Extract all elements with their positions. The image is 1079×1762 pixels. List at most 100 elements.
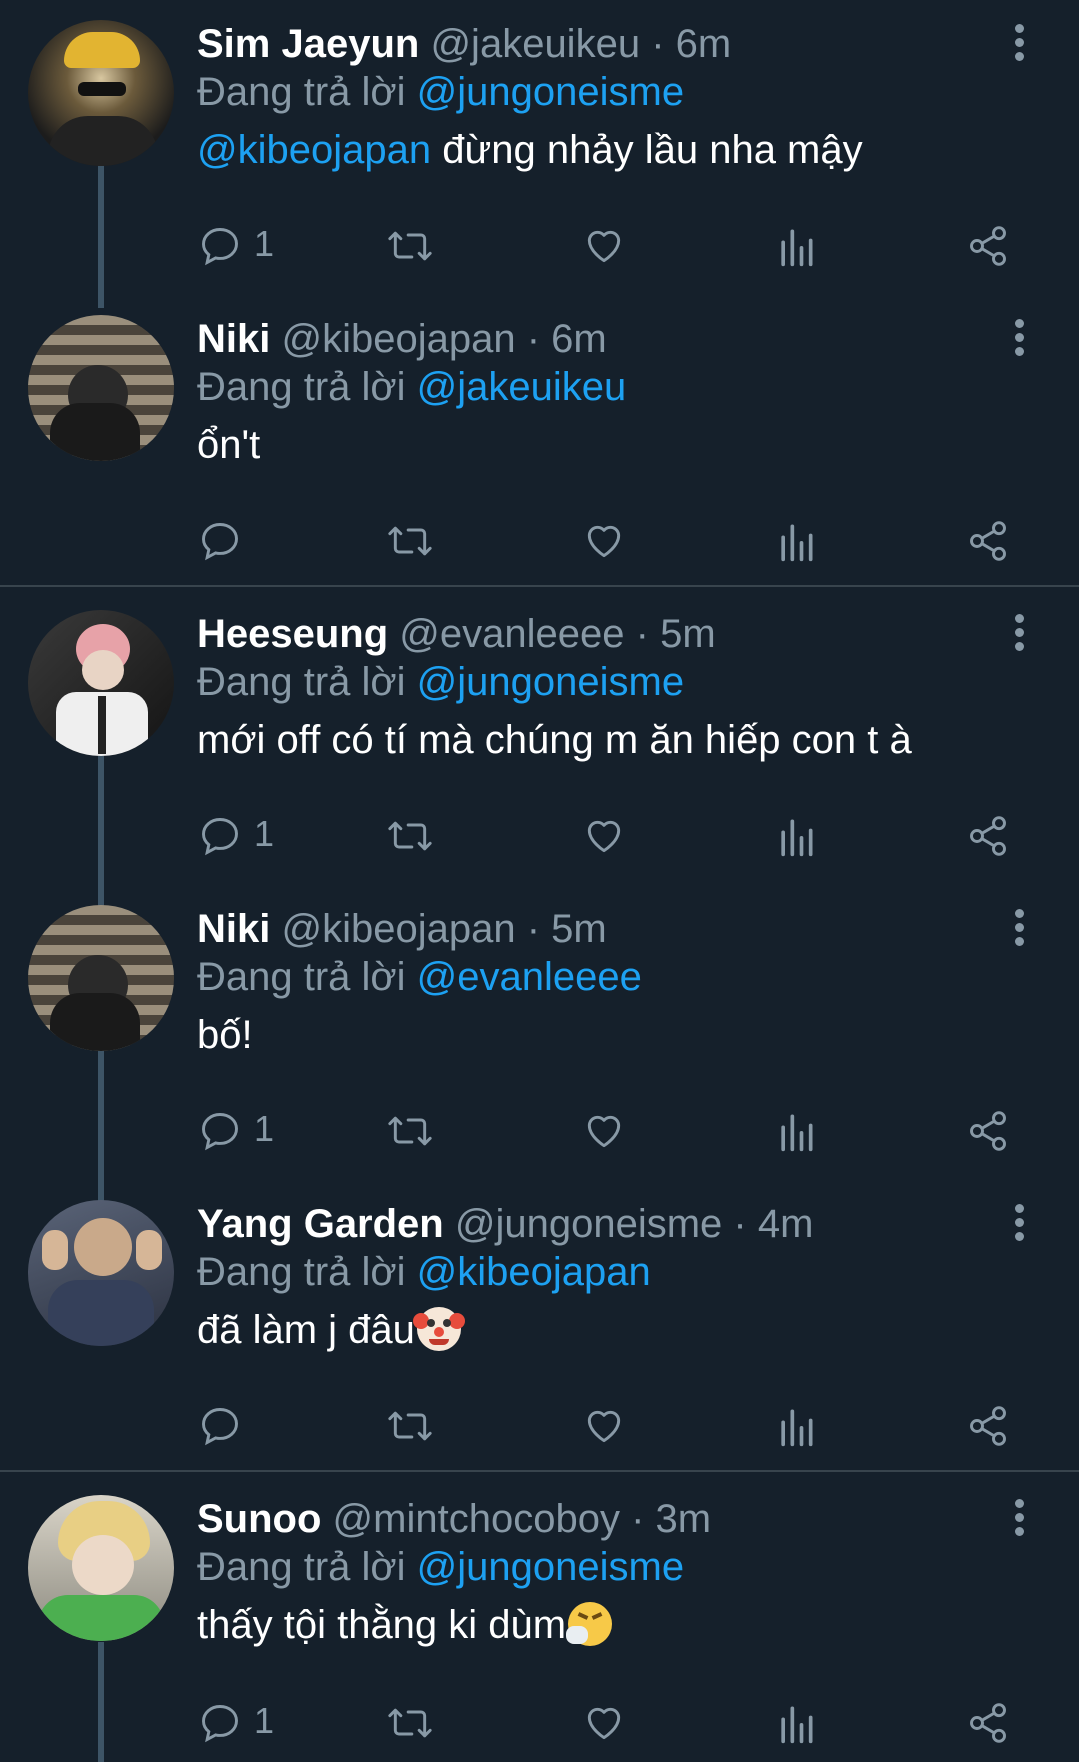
timestamp[interactable]: 6m bbox=[676, 22, 732, 66]
replying-to-mention[interactable]: @jungoneisme bbox=[417, 70, 684, 114]
user-handle[interactable]: @kibeojapan bbox=[281, 317, 515, 361]
reply-button[interactable]: 1 bbox=[198, 1105, 278, 1155]
tweet-text: ổn't bbox=[197, 423, 261, 467]
share-button[interactable] bbox=[966, 515, 1012, 565]
more-icon[interactable] bbox=[1010, 319, 1030, 359]
avatar[interactable] bbox=[28, 20, 174, 166]
reply-button[interactable]: 1 bbox=[198, 810, 278, 860]
more-icon[interactable] bbox=[1010, 1499, 1030, 1539]
like-icon bbox=[587, 1115, 621, 1148]
share-button[interactable] bbox=[966, 1400, 1012, 1450]
reply-count: 1 bbox=[254, 1108, 275, 1149]
display-name[interactable]: Niki bbox=[197, 907, 270, 951]
user-handle[interactable]: @jakeuikeu bbox=[430, 22, 640, 66]
share-button[interactable] bbox=[966, 220, 1012, 270]
analytics-button[interactable] bbox=[776, 220, 816, 270]
avatar[interactable] bbox=[28, 1200, 174, 1346]
display-name[interactable]: Sunoo bbox=[197, 1497, 321, 1541]
mention-link[interactable]: @kibeojapan bbox=[197, 128, 431, 172]
separator-dot: · bbox=[526, 317, 541, 361]
tweet[interactable]: Niki @kibeojapan · 5m Đang trả lời @evan… bbox=[0, 885, 1079, 1180]
like-icon bbox=[587, 525, 621, 558]
reply-button[interactable] bbox=[198, 515, 278, 565]
share-icon bbox=[970, 816, 1006, 856]
share-button[interactable] bbox=[966, 1105, 1012, 1155]
avatar[interactable] bbox=[28, 315, 174, 461]
timestamp[interactable]: 5m bbox=[660, 612, 716, 656]
share-button[interactable] bbox=[966, 1697, 1012, 1747]
separator-dot: · bbox=[631, 1497, 645, 1541]
user-handle[interactable]: @mintchocoboy bbox=[333, 1497, 620, 1541]
analytics-button[interactable] bbox=[776, 1400, 816, 1450]
analytics-button[interactable] bbox=[776, 1697, 816, 1747]
avatar[interactable] bbox=[28, 1495, 174, 1641]
user-handle[interactable]: @jungoneisme bbox=[455, 1202, 722, 1246]
avatar[interactable] bbox=[28, 610, 174, 756]
retweet-button[interactable] bbox=[386, 1400, 436, 1450]
timestamp[interactable]: 4m bbox=[758, 1202, 814, 1246]
more-icon[interactable] bbox=[1010, 614, 1030, 654]
retweet-button[interactable] bbox=[386, 220, 436, 270]
analytics-icon bbox=[781, 1706, 813, 1744]
display-name[interactable]: Yang Garden bbox=[197, 1202, 444, 1246]
replying-to: Đang trả lời @jungoneisme bbox=[197, 68, 684, 116]
like-button[interactable] bbox=[582, 1105, 632, 1155]
tweet-text: mới off có tí mà chúng m ăn hiếp con t à bbox=[197, 718, 912, 762]
share-button[interactable] bbox=[966, 810, 1012, 860]
like-button[interactable] bbox=[582, 1400, 632, 1450]
thread-divider bbox=[0, 585, 1079, 587]
reply-thread-feed: Sim Jaeyun @jakeuikeu · 6m Đang trả lời … bbox=[0, 0, 1079, 1762]
timestamp[interactable]: 6m bbox=[551, 317, 607, 361]
tweet[interactable]: Sunoo @mintchocoboy · 3m Đang trả lời @j… bbox=[0, 1475, 1079, 1762]
clown-face-emoji bbox=[412, 1307, 465, 1351]
tweet[interactable]: Sim Jaeyun @jakeuikeu · 6m Đang trả lời … bbox=[0, 0, 1079, 295]
timestamp[interactable]: 5m bbox=[551, 907, 607, 951]
reply-button[interactable]: 1 bbox=[198, 1697, 278, 1747]
retweet-button[interactable] bbox=[386, 1105, 436, 1155]
like-button[interactable] bbox=[582, 515, 632, 565]
retweet-button[interactable] bbox=[386, 810, 436, 860]
tweet-actions: 1 bbox=[0, 1105, 1079, 1155]
more-icon[interactable] bbox=[1010, 909, 1030, 949]
tweet[interactable]: Niki @kibeojapan · 6m Đang trả lời @jake… bbox=[0, 295, 1079, 585]
like-button[interactable] bbox=[582, 1697, 632, 1747]
tweet-actions bbox=[0, 1400, 1079, 1450]
replying-to-mention[interactable]: @jakeuikeu bbox=[417, 365, 627, 409]
reply-button[interactable] bbox=[198, 1400, 278, 1450]
display-name[interactable]: Sim Jaeyun bbox=[197, 22, 419, 66]
retweet-icon bbox=[388, 1411, 432, 1441]
replying-to-mention[interactable]: @jungoneisme bbox=[417, 1545, 684, 1589]
replying-to-mention[interactable]: @evanleeee bbox=[417, 955, 642, 999]
more-icon[interactable] bbox=[1010, 24, 1030, 64]
reply-button[interactable]: 1 bbox=[198, 220, 278, 270]
tweet-actions: 1 bbox=[0, 810, 1079, 860]
tweet-header: Heeseung @evanleeee · 5m bbox=[197, 610, 716, 658]
replying-to-mention[interactable]: @kibeojapan bbox=[417, 1250, 651, 1294]
analytics-button[interactable] bbox=[776, 515, 816, 565]
tweet-text: thấy tội thằng ki dùm bbox=[197, 1601, 613, 1649]
tweet-actions bbox=[0, 515, 1079, 565]
analytics-icon bbox=[781, 1114, 813, 1152]
thread-divider bbox=[0, 1470, 1079, 1472]
display-name[interactable]: Niki bbox=[197, 317, 270, 361]
like-button[interactable] bbox=[582, 220, 632, 270]
retweet-button[interactable] bbox=[386, 515, 436, 565]
analytics-button[interactable] bbox=[776, 810, 816, 860]
user-handle[interactable]: @evanleeee bbox=[399, 612, 624, 656]
user-handle[interactable]: @kibeojapan bbox=[281, 907, 515, 951]
display-name[interactable]: Heeseung bbox=[197, 612, 388, 656]
tweet[interactable]: Yang Garden @jungoneisme · 4m Đang trả l… bbox=[0, 1180, 1079, 1470]
analytics-button[interactable] bbox=[776, 1105, 816, 1155]
replying-to: Đang trả lời @evanleeee bbox=[197, 953, 642, 1001]
replying-to-mention[interactable]: @jungoneisme bbox=[417, 660, 684, 704]
more-icon[interactable] bbox=[1010, 1204, 1030, 1244]
retweet-button[interactable] bbox=[386, 1697, 436, 1747]
retweet-icon bbox=[388, 1708, 432, 1738]
like-button[interactable] bbox=[582, 810, 632, 860]
replying-label: Đang trả lời bbox=[197, 1545, 406, 1589]
retweet-icon bbox=[388, 1116, 432, 1146]
like-icon bbox=[587, 1410, 621, 1443]
avatar[interactable] bbox=[28, 905, 174, 1051]
timestamp[interactable]: 3m bbox=[656, 1497, 712, 1541]
tweet[interactable]: Heeseung @evanleeee · 5m Đang trả lời @j… bbox=[0, 590, 1079, 885]
